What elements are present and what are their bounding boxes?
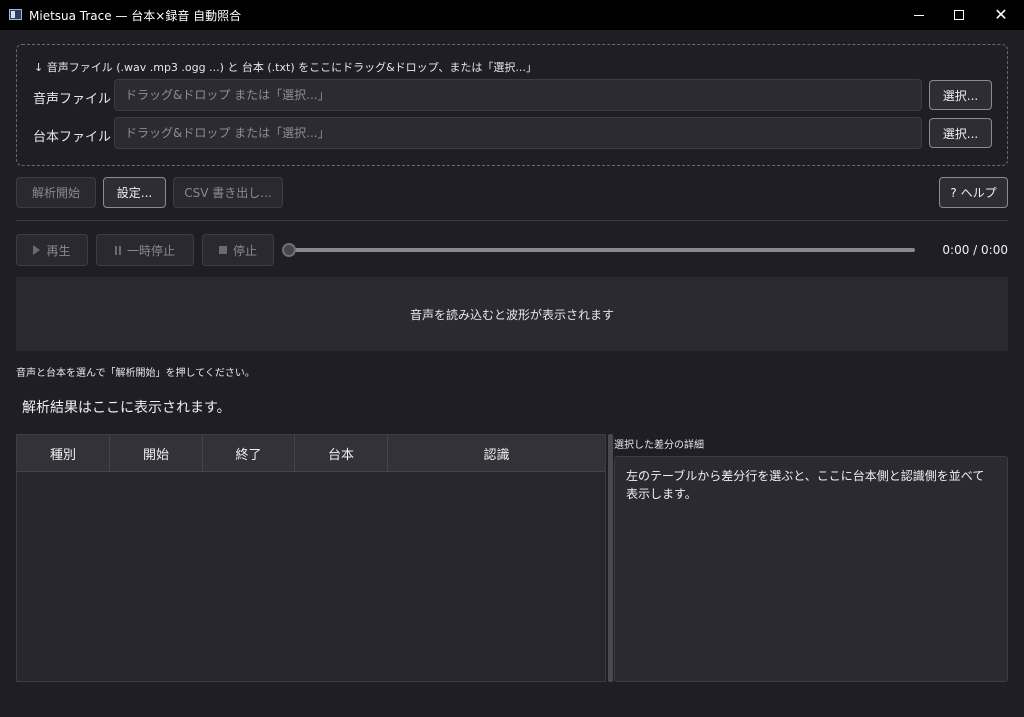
stop-icon <box>218 246 227 254</box>
diff-table[interactable]: 種別 開始 終了 台本 認識 <box>16 434 606 682</box>
close-button[interactable]: ✕ <box>978 0 1024 30</box>
detail-panel[interactable]: 左のテーブルから差分行を選ぶと、ここに台本側と認識側を並べて表示します。 <box>614 456 1008 682</box>
audio-select-button[interactable]: 選択... <box>929 80 992 110</box>
column-header-type[interactable]: 種別 <box>17 435 110 472</box>
status-text: 音声と台本を選んで「解析開始」を押してください。 <box>16 368 255 379</box>
play-icon <box>33 245 41 255</box>
table-header: 種別 開始 終了 台本 認識 <box>17 435 605 472</box>
seek-slider-handle[interactable] <box>282 243 296 257</box>
play-button[interactable]: 再生 <box>16 234 88 266</box>
detail-title: 選択した差分の詳細 <box>614 440 704 451</box>
play-label: 再生 <box>46 243 71 258</box>
script-file-input[interactable] <box>114 117 922 149</box>
waveform-placeholder: 音声を読み込むと波形が表示されます <box>409 307 614 322</box>
audio-file-label: 音声ファイル <box>33 92 112 107</box>
csv-export-button[interactable]: CSV 書き出し... <box>173 177 283 208</box>
minimize-icon <box>914 14 924 16</box>
script-file-label: 台本ファイル <box>33 130 112 145</box>
app-window: Mietsua Trace — 台本×録音 自動照合 ✕ ↓ 音声ファイル (.… <box>0 0 1024 717</box>
maximize-button[interactable] <box>936 0 982 30</box>
pause-button[interactable]: 一時停止 <box>96 234 194 266</box>
settings-button[interactable]: 設定... <box>103 177 166 208</box>
file-drop-zone[interactable]: ↓ 音声ファイル (.wav .mp3 .ogg ...) と 台本 (.txt… <box>16 44 1008 166</box>
stop-button[interactable]: 停止 <box>202 234 274 266</box>
column-header-recognized[interactable]: 認識 <box>388 435 605 472</box>
column-header-script[interactable]: 台本 <box>295 435 388 472</box>
waveform-area[interactable]: 音声を読み込むと波形が表示されます <box>16 277 1008 351</box>
pause-label: 一時停止 <box>126 243 175 258</box>
detail-text: 左のテーブルから差分行を選ぶと、ここに台本側と認識側を並べて表示します。 <box>626 469 985 501</box>
drop-hint: ↓ 音声ファイル (.wav .mp3 .ogg ...) と 台本 (.txt… <box>34 61 537 74</box>
help-button[interactable]: ? ヘルプ <box>939 177 1008 208</box>
stop-label: 停止 <box>232 243 257 258</box>
panel-splitter[interactable] <box>608 434 613 682</box>
window-title: Mietsua Trace — 台本×録音 自動照合 <box>29 9 242 23</box>
time-readout: 0:00 / 0:00 <box>942 243 1008 257</box>
script-select-button[interactable]: 選択... <box>929 118 992 148</box>
column-header-start[interactable]: 開始 <box>110 435 203 472</box>
title-bar[interactable]: Mietsua Trace — 台本×録音 自動照合 ✕ <box>0 0 1024 30</box>
pause-icon <box>114 245 121 255</box>
column-header-end[interactable]: 終了 <box>203 435 295 472</box>
seek-slider-track[interactable] <box>287 248 915 252</box>
audio-file-input[interactable] <box>114 79 922 111</box>
analyze-button[interactable]: 解析開始 <box>16 177 96 208</box>
maximize-icon <box>954 10 964 20</box>
app-icon <box>9 9 22 20</box>
result-heading: 解析結果はここに表示されます。 <box>22 400 231 416</box>
toolbar-divider <box>16 220 1008 221</box>
close-icon: ✕ <box>994 5 1008 24</box>
